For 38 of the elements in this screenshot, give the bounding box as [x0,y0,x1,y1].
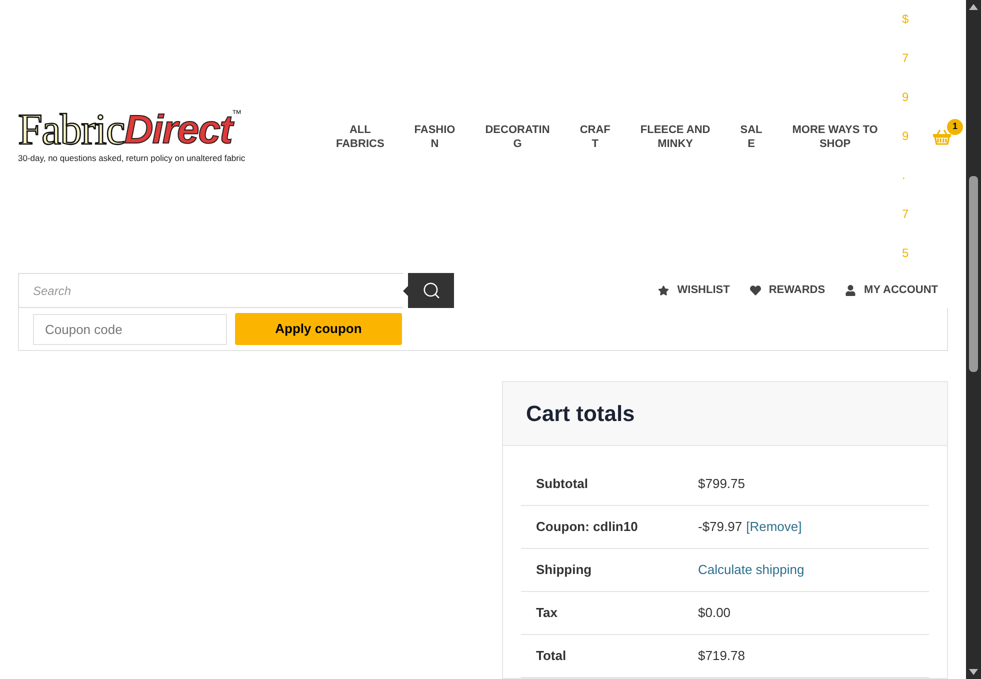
totals-label: Tax [535,604,558,622]
totals-value: $719.78 [698,647,745,666]
scrollbar-thumb[interactable] [969,176,978,372]
cart-price: $799.75 [902,11,910,262]
totals-label: Total [535,647,568,666]
apply-coupon-button[interactable]: Apply coupon [235,313,402,345]
coupon-field[interactable]: Coupon code [33,314,227,344]
search-icon [422,281,440,300]
cart-count-badge: 1 [947,118,963,134]
star-icon [658,285,670,296]
totals-label: Subtotal [535,475,589,494]
scrollbar[interactable] [966,0,981,679]
logo-tagline: 30-day, no questions asked, return policy on unaltered fabric [18,152,246,165]
nav-link[interactable]: ALL FABRICS [328,122,392,150]
account-link[interactable]: REWARDS [750,282,826,299]
account-link[interactable]: WISHLIST [658,282,730,299]
totals-value: -$79.97 [698,518,742,536]
scroll-down-arrow-icon[interactable] [969,669,978,675]
nav-link[interactable]: FLEECE AND MINKY [632,122,718,150]
scroll-up-arrow-icon[interactable] [969,4,978,10]
totals-label: Shipping [535,561,593,580]
logo-wordmark-accent[interactable]: Direct [124,110,232,150]
trademark-sign: ™ [232,110,242,120]
nav-link[interactable]: CRAF T [572,122,618,150]
nav-link[interactable]: FASHIO N [406,122,464,150]
cart-totals-title: Cart totals [526,400,635,428]
search-button[interactable] [408,273,454,308]
search-field[interactable]: Search [18,273,403,308]
nav-link[interactable]: SAL E [732,122,770,150]
totals-label: Coupon: cdlin10 [535,518,639,536]
nav-link[interactable]: DECORATIN G [477,122,558,150]
totals-link[interactable]: [Remove] [746,517,802,537]
nav-link[interactable]: MORE WAYS TO SHOP [784,122,886,150]
user-icon [845,285,856,296]
totals-value: $799.75 [698,475,745,494]
totals-link[interactable]: Calculate shipping [698,560,804,580]
totals-value: $0.00 [698,604,731,622]
account-link[interactable]: MY ACCOUNT [845,282,938,299]
